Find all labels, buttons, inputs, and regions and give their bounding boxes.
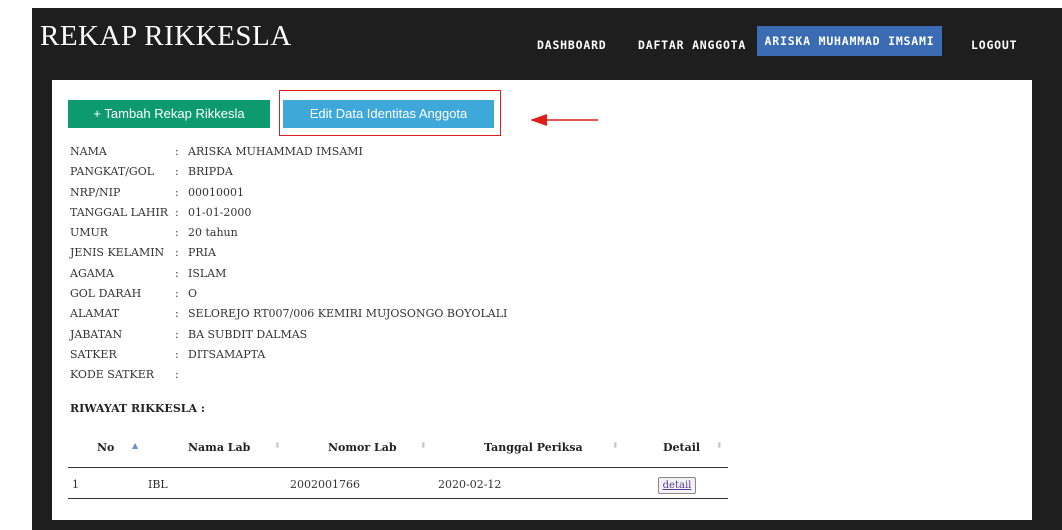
- profile-value: DITSAMAPTA: [188, 347, 266, 361]
- profile-separator: :: [175, 287, 179, 301]
- profile-separator: :: [175, 327, 179, 341]
- table-header-divider: [68, 467, 728, 468]
- profile-separator: :: [175, 165, 179, 179]
- profile-label: AGAMA: [70, 266, 114, 280]
- profile-label: ALAMAT: [70, 307, 120, 321]
- nav-daftar-anggota[interactable]: DAFTAR ANGGOTA: [638, 30, 746, 60]
- profile-label: JABATAN: [70, 327, 123, 341]
- sort-icon[interactable]: ⬍: [716, 441, 723, 450]
- profile-separator: :: [175, 246, 179, 260]
- app-title: REKAP RIKKESLA: [40, 20, 292, 52]
- add-rekap-button[interactable]: + Tambah Rekap Rikkesla: [68, 100, 270, 128]
- profile-value: 01-01-2000: [188, 205, 252, 219]
- profile-separator: :: [175, 205, 179, 219]
- profile-label: UMUR: [70, 226, 109, 240]
- profile-label: KODE SATKER: [70, 368, 155, 382]
- cell-no: 1: [72, 478, 79, 491]
- profile-value: O: [188, 287, 198, 301]
- sort-icon[interactable]: ⬍: [274, 441, 281, 450]
- detail-button[interactable]: detail: [658, 477, 696, 494]
- profile-label: PANGKAT/GOL: [70, 165, 155, 179]
- column-header-tanggal-periksa[interactable]: Tanggal Periksa: [484, 441, 583, 454]
- profile-value: SELOREJO RT007/006 KEMIRI MUJOSONGO BOYO…: [188, 307, 508, 321]
- profile-label: GOL DARAH: [70, 287, 142, 301]
- profile-value: ARISKA MUHAMMAD IMSAMI: [188, 145, 363, 158]
- profile-separator: :: [175, 266, 179, 280]
- history-title: RIWAYAT RIKKESLA :: [70, 402, 205, 415]
- profile-value: 20 tahun: [188, 226, 238, 240]
- profile-separator: :: [175, 226, 179, 240]
- column-header-detail[interactable]: Detail: [663, 441, 700, 454]
- cell-tanggal: 2020-02-12: [438, 478, 502, 491]
- profile-label: JENIS KELAMIN: [70, 246, 165, 260]
- nav-logout[interactable]: LOGOUT: [971, 30, 1017, 60]
- sort-icon[interactable]: ⬍: [612, 441, 619, 450]
- profile-separator: :: [175, 307, 179, 321]
- profile-value: BA SUBDIT DALMAS: [188, 327, 308, 341]
- profile-label: NRP/NIP: [70, 185, 121, 199]
- column-header-nama-lab[interactable]: Nama Lab: [188, 441, 250, 454]
- cell-nomor-lab: 2002001766: [290, 478, 360, 491]
- column-header-no[interactable]: No: [97, 441, 114, 454]
- nav-dashboard[interactable]: DASHBOARD: [537, 30, 607, 60]
- table-bottom-divider: [68, 498, 728, 499]
- profile-separator: :: [175, 185, 179, 199]
- red-arrow-icon: [530, 114, 598, 126]
- sort-icon[interactable]: ⬍: [420, 441, 427, 450]
- profile-value: 00010001: [188, 185, 244, 199]
- sort-asc-icon[interactable]: ▲: [132, 441, 138, 450]
- profile-separator: :: [175, 347, 179, 361]
- profile-label: NAMA: [70, 145, 107, 158]
- profile-label: SATKER: [70, 347, 117, 361]
- column-header-nomor-lab[interactable]: Nomor Lab: [328, 441, 397, 454]
- profile-label: TANGGAL LAHIR: [70, 205, 169, 219]
- profile-separator: :: [175, 368, 179, 382]
- profile-value: PRIA: [188, 246, 216, 260]
- profile-separator: :: [175, 145, 179, 158]
- profile-value: ISLAM: [188, 266, 227, 280]
- cell-nama-lab: IBL: [148, 478, 168, 491]
- highlight-box: [279, 90, 501, 136]
- nav-user-profile[interactable]: ARISKA MUHAMMAD IMSAMI: [757, 26, 942, 56]
- profile-value: BRIPDA: [188, 165, 233, 179]
